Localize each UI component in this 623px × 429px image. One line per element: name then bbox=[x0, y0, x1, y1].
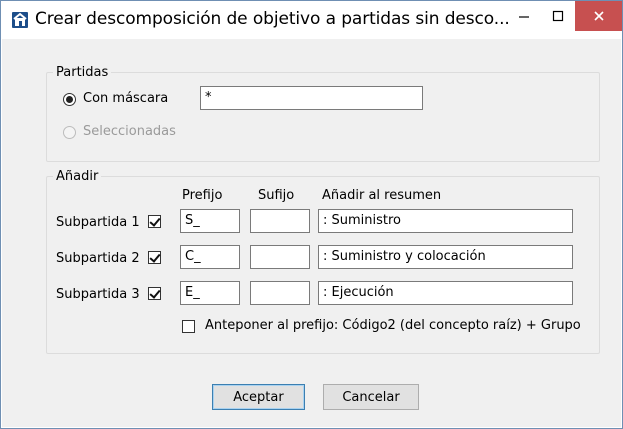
subpartida-2-prefijo[interactable]: C_ bbox=[180, 245, 240, 269]
header-prefijo: Prefijo bbox=[182, 188, 223, 203]
partidas-legend: Partidas bbox=[56, 65, 109, 80]
close-icon bbox=[593, 11, 604, 21]
subpartida-1-resumen[interactable]: : Suministro bbox=[318, 209, 573, 233]
minimize-button[interactable] bbox=[507, 1, 541, 31]
con-mascara-label[interactable]: Con máscara bbox=[83, 91, 168, 106]
anteponer-checkbox[interactable] bbox=[182, 320, 195, 333]
subpartida-3-label: Subpartida 3 bbox=[56, 287, 140, 302]
title-bar[interactable]: Crear descomposición de objetivo a parti… bbox=[1, 1, 622, 39]
subpartida-3-checkbox[interactable] bbox=[148, 287, 161, 300]
aceptar-button[interactable]: Aceptar bbox=[212, 384, 305, 410]
dialog-body: Partidas Con máscara * Seleccionadas Aña… bbox=[2, 39, 621, 427]
subpartida-2-label: Subpartida 2 bbox=[56, 251, 140, 266]
header-sufijo: Sufijo bbox=[258, 188, 295, 203]
seleccionadas-radio bbox=[63, 126, 76, 139]
con-mascara-radio[interactable] bbox=[63, 93, 76, 106]
maximize-icon bbox=[552, 10, 564, 22]
close-button[interactable] bbox=[575, 1, 622, 31]
header-resumen: Añadir al resumen bbox=[322, 188, 442, 203]
dialog-window: Crear descomposición de objetivo a parti… bbox=[0, 0, 623, 429]
subpartida-1-prefijo[interactable]: S_ bbox=[180, 209, 240, 233]
partidas-group: Partidas bbox=[46, 65, 600, 162]
subpartida-3-prefijo[interactable]: E_ bbox=[180, 281, 240, 305]
maximize-button[interactable] bbox=[541, 1, 575, 31]
subpartida-1-sufijo[interactable] bbox=[250, 209, 310, 233]
subpartida-3-resumen[interactable]: : Ejecución bbox=[318, 281, 573, 305]
window-title: Crear descomposición de objetivo a parti… bbox=[35, 9, 510, 29]
minimize-icon bbox=[519, 16, 529, 18]
app-icon bbox=[12, 12, 28, 28]
anadir-legend: Añadir bbox=[56, 169, 99, 184]
subpartida-3-sufijo[interactable] bbox=[250, 281, 310, 305]
subpartida-1-checkbox[interactable] bbox=[148, 215, 161, 228]
mask-input[interactable]: * bbox=[200, 86, 423, 110]
seleccionadas-label: Seleccionadas bbox=[83, 124, 176, 139]
cancelar-button[interactable]: Cancelar bbox=[323, 384, 419, 410]
subpartida-2-sufijo[interactable] bbox=[250, 245, 310, 269]
subpartida-2-checkbox[interactable] bbox=[148, 251, 161, 264]
subpartida-2-resumen[interactable]: : Suministro y colocación bbox=[318, 245, 573, 269]
anteponer-label[interactable]: Anteponer al prefijo: Código2 (del conce… bbox=[205, 318, 581, 333]
subpartida-1-label: Subpartida 1 bbox=[56, 215, 140, 230]
